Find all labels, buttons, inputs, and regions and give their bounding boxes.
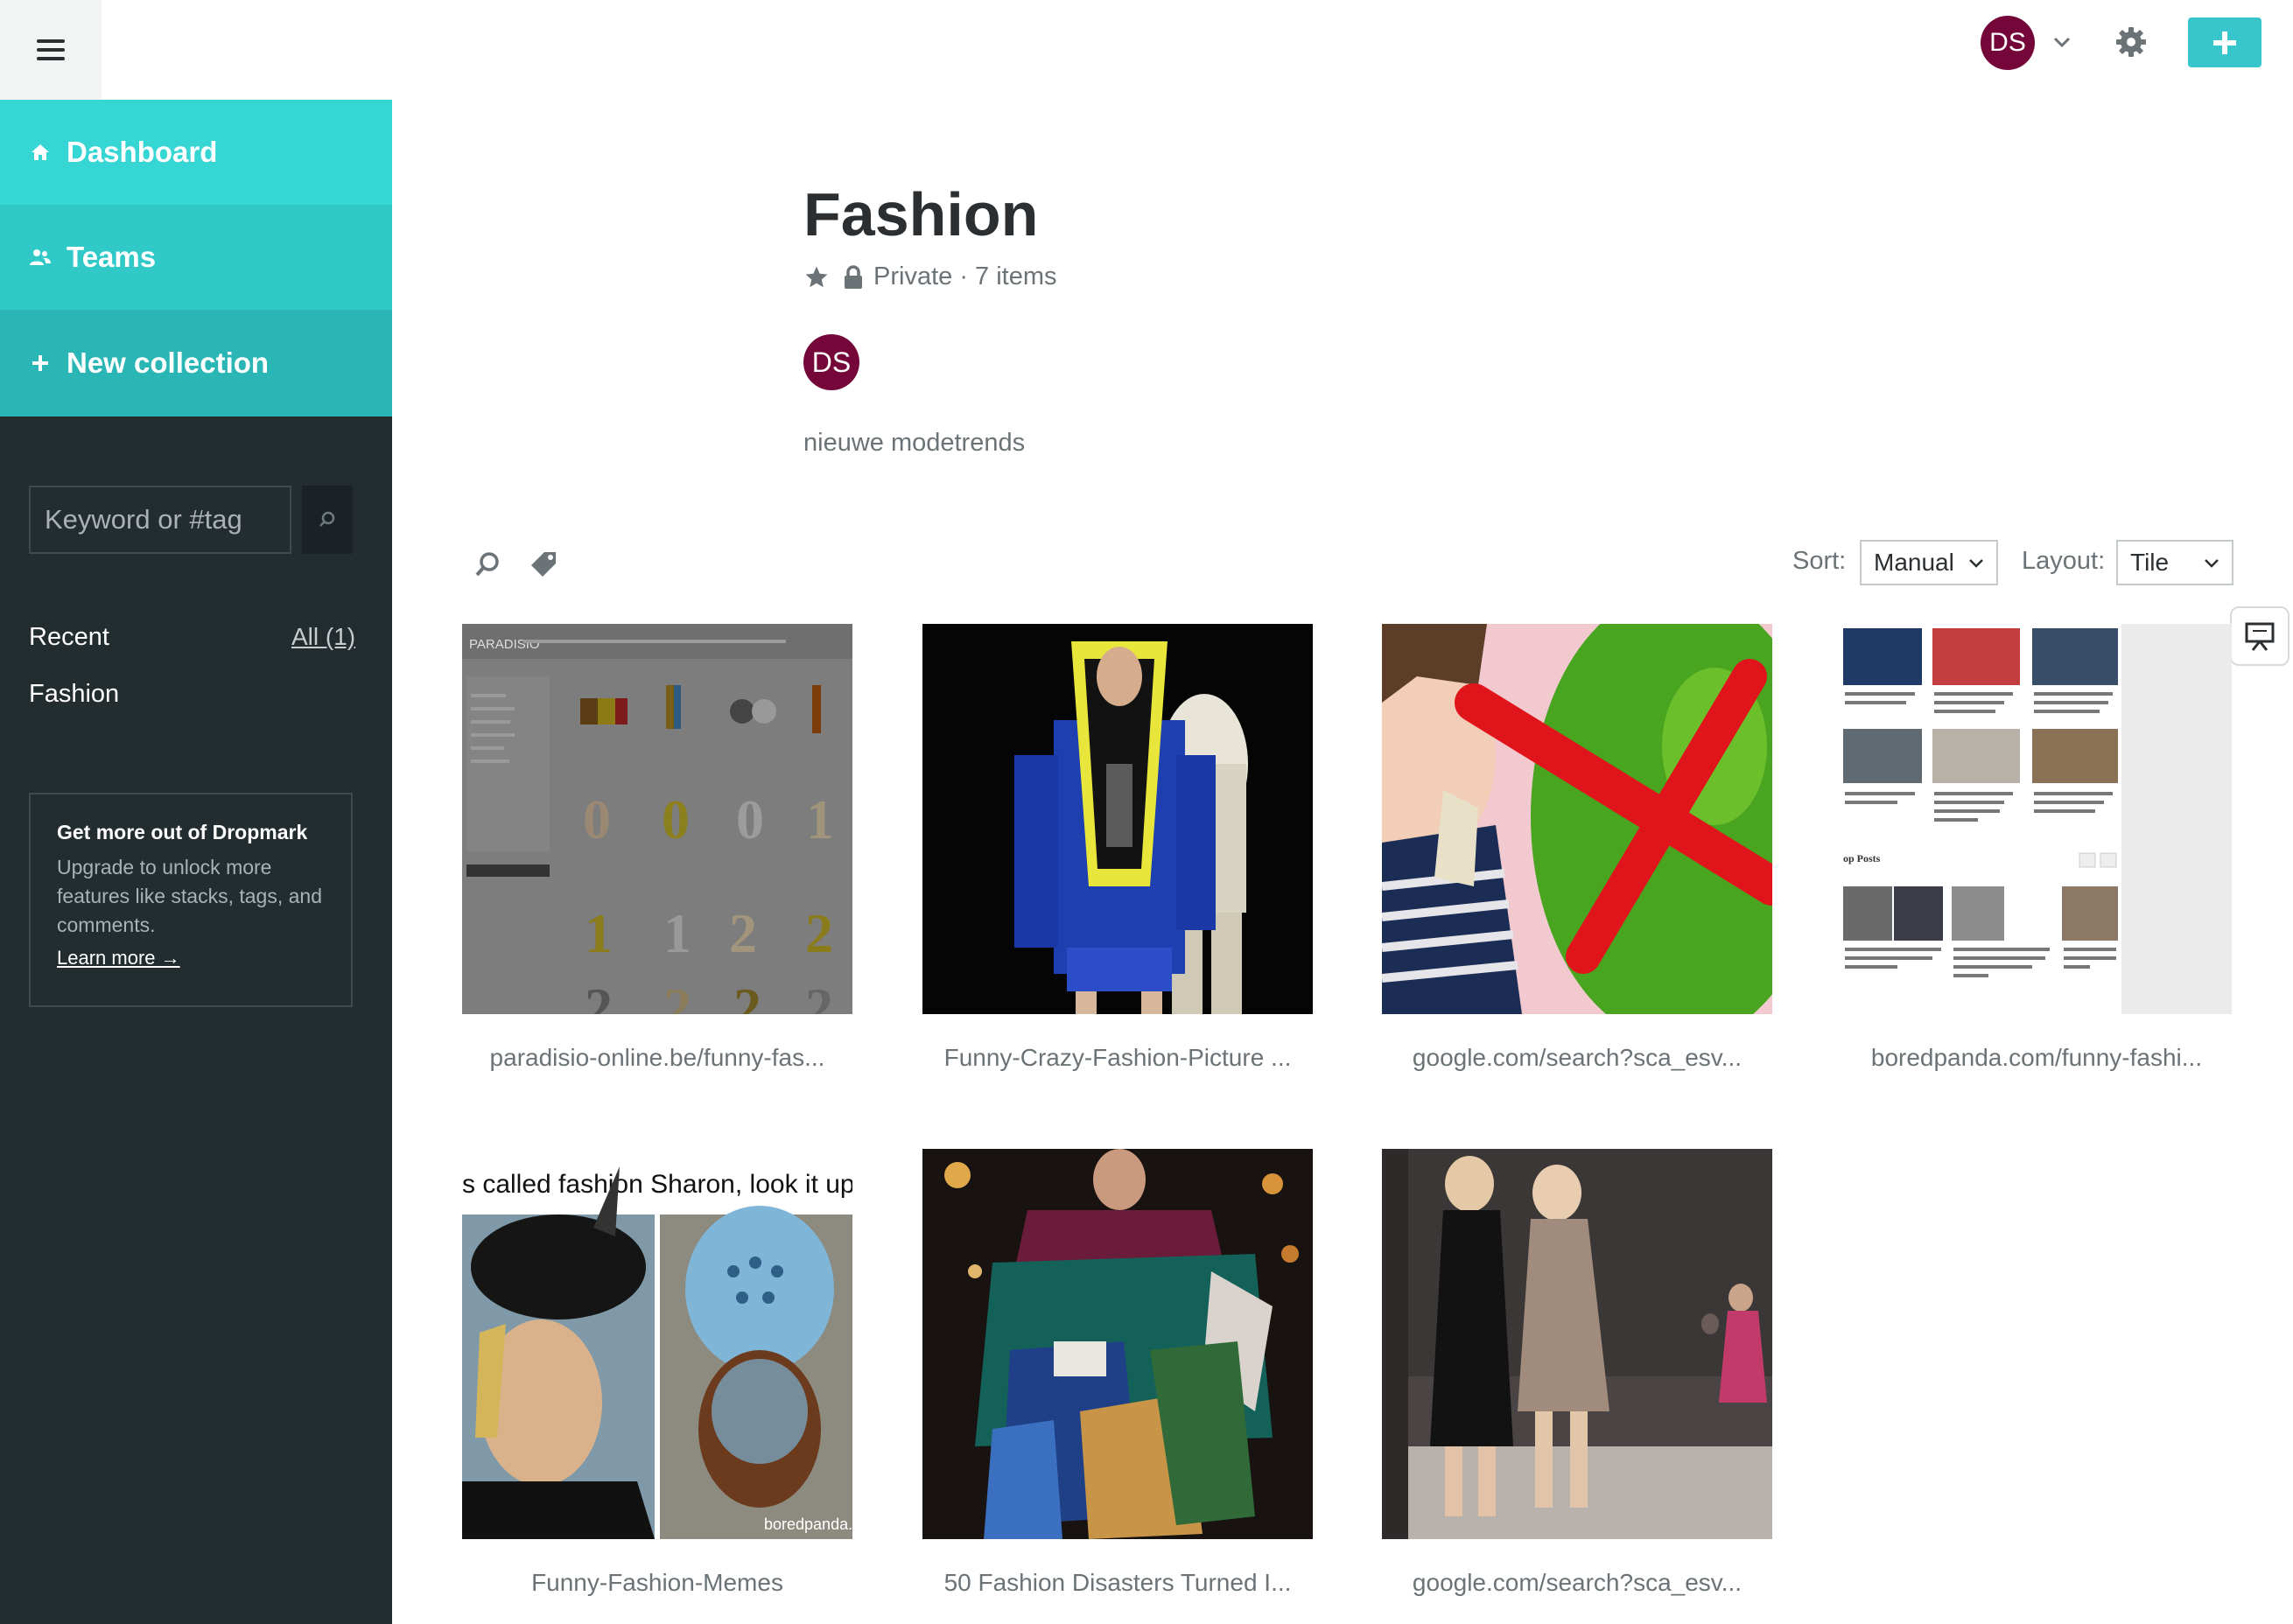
sidebar-search: [29, 486, 353, 554]
sidebar: Dashboard Teams New collection Recent Al…: [0, 0, 392, 1624]
search-button[interactable]: [302, 486, 353, 554]
collection-item[interactable]: 50 Fashion Disasters Turned I...: [922, 1149, 1313, 1597]
hamburger-icon: [37, 39, 65, 60]
collection-item[interactable]: google.com/search?sca_esv...: [1382, 1149, 1772, 1597]
collection-title: Fashion: [803, 180, 1039, 248]
presentation-icon: [2245, 622, 2275, 651]
menu-toggle-button[interactable]: [0, 0, 102, 100]
star-icon[interactable]: [803, 264, 830, 290]
recent-item-fashion[interactable]: Fashion: [29, 680, 119, 709]
people-icon: [28, 245, 53, 270]
collection-item[interactable]: op Posts boredpanda.com/funny-fashi...: [1841, 624, 2232, 1072]
search-icon: [319, 511, 335, 527]
collection-meta: Private · 7 items: [803, 262, 1057, 291]
nav-new-collection-label: New collection: [67, 346, 270, 379]
layout-value: Tile: [2130, 549, 2170, 576]
item-caption: boredpanda.com/funny-fashi...: [1870, 1044, 2203, 1071]
boredpanda-section: op Posts: [1843, 852, 1881, 864]
sort-value: Manual: [1874, 549, 1954, 576]
svg-text:2: 2: [805, 976, 833, 1014]
nav-dashboard[interactable]: Dashboard: [0, 100, 392, 205]
item-thumbnail: [922, 1149, 1313, 1539]
collection-description: nieuwe modetrends: [803, 429, 1026, 457]
collection-item[interactable]: PARADISIO 0 0 0 1 1 1 2 2 2 2 2 2 paradi…: [462, 624, 852, 1072]
item-caption: paradisio-online.be/funny-fas...: [489, 1044, 825, 1071]
svg-text:0: 0: [736, 788, 764, 850]
chevron-down-icon: [2205, 559, 2219, 568]
sort-select[interactable]: Manual: [1860, 540, 1998, 585]
svg-text:1: 1: [806, 788, 834, 850]
nav-teams-label: Teams: [67, 241, 157, 273]
collection-meta-text: Private · 7 items: [873, 262, 1057, 290]
add-button[interactable]: [2188, 18, 2261, 67]
svg-text:2: 2: [729, 902, 757, 964]
search-icon[interactable]: [473, 550, 502, 579]
collection-item[interactable]: Funny-Crazy-Fashion-Picture ...: [922, 624, 1313, 1072]
nav-dashboard-label: Dashboard: [67, 136, 218, 168]
promo-text: Upgrade to unlock more features like sta…: [57, 856, 322, 936]
svg-text:2: 2: [805, 902, 833, 964]
plus-icon: [28, 351, 53, 375]
item-caption: 50 Fashion Disasters Turned I...: [943, 1569, 1292, 1596]
sort-label: Sort:: [1792, 547, 1847, 575]
nav-new-collection[interactable]: New collection: [0, 310, 392, 416]
svg-text:2: 2: [585, 976, 613, 1014]
upgrade-promo: Get more out of Dropmark Upgrade to unlo…: [29, 793, 353, 1007]
recent-all-link[interactable]: All (1): [291, 623, 355, 651]
svg-text:2: 2: [733, 976, 761, 1014]
svg-text:1: 1: [585, 902, 613, 964]
item-thumbnail: s called fashion Sharon, look it up bore…: [462, 1149, 852, 1539]
owner-avatar[interactable]: DS: [803, 334, 859, 390]
meme-watermark: boredpanda.: [764, 1516, 852, 1533]
board-widget-button[interactable]: [2230, 606, 2289, 666]
svg-text:2: 2: [663, 976, 691, 1014]
tag-icon[interactable]: [529, 550, 558, 579]
item-thumbnail: [1382, 624, 1772, 1014]
topbar-spacer: [102, 0, 392, 100]
paradisio-logo: PARADISIO: [469, 637, 540, 652]
item-thumbnail: PARADISIO 0 0 0 1 1 1 2 2 2 2 2 2: [462, 624, 852, 1014]
search-input[interactable]: [29, 486, 291, 554]
collection-item[interactable]: google.com/search?sca_esv...: [1382, 624, 1772, 1072]
svg-text:0: 0: [583, 788, 611, 850]
promo-title: Get more out of Dropmark: [57, 821, 308, 844]
item-caption: google.com/search?sca_esv...: [1412, 1044, 1743, 1071]
layout-label: Layout:: [2022, 547, 2106, 575]
item-caption: Funny-Crazy-Fashion-Picture ...: [943, 1044, 1292, 1071]
learn-more-link[interactable]: Learn more →: [57, 947, 180, 970]
svg-text:1: 1: [663, 902, 691, 964]
item-thumbnail: [922, 624, 1313, 1014]
item-thumbnail: [1382, 1149, 1772, 1539]
item-caption: Funny-Fashion-Memes: [531, 1569, 783, 1596]
gear-icon[interactable]: [2114, 24, 2149, 60]
item-caption: google.com/search?sca_esv...: [1412, 1569, 1743, 1596]
chevron-down-icon: [1969, 559, 1983, 568]
recent-heading: Recent: [29, 623, 109, 651]
lock-icon: [845, 264, 862, 289]
layout-select[interactable]: Tile: [2116, 540, 2233, 585]
collection-item[interactable]: s called fashion Sharon, look it up bore…: [462, 1149, 852, 1597]
chevron-down-icon[interactable]: [2050, 30, 2074, 54]
home-icon: [28, 140, 53, 164]
meme-caption: s called fashion Sharon, look it up: [462, 1170, 852, 1199]
user-avatar[interactable]: DS: [1981, 16, 2035, 70]
plus-icon: [2213, 31, 2236, 54]
item-thumbnail: op Posts: [1841, 624, 2232, 1014]
svg-text:0: 0: [662, 788, 690, 850]
nav-teams[interactable]: Teams: [0, 205, 392, 310]
